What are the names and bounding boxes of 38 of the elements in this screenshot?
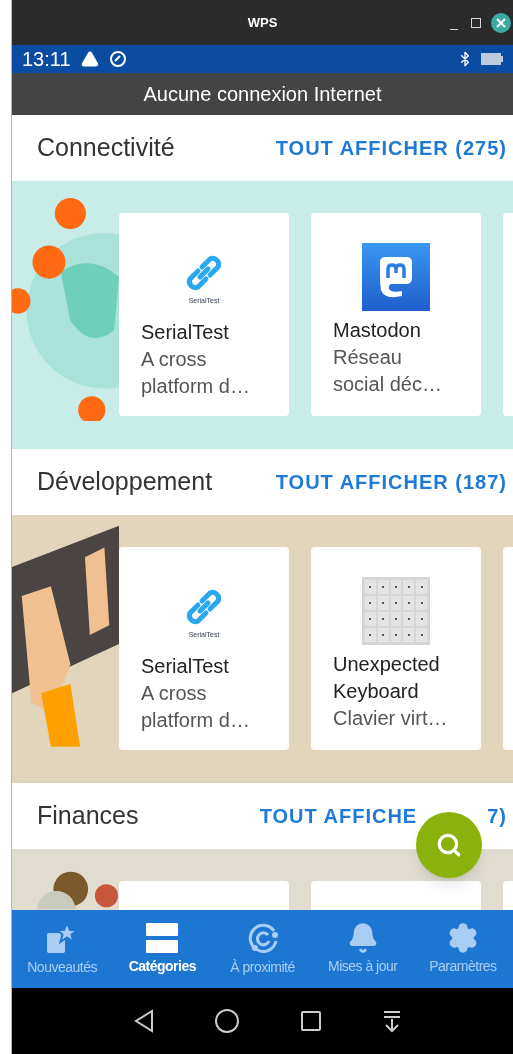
show-all-count: 7): [487, 804, 507, 829]
back-icon[interactable]: [133, 1009, 154, 1033]
nav-tab[interactable]: Nouveautés: [12, 910, 113, 988]
home-icon[interactable]: [213, 1008, 240, 1034]
stacked-rectangles-icon: [145, 921, 180, 954]
maximize-button[interactable]: [471, 17, 481, 28]
app-name: Mastodon: [333, 318, 422, 343]
app-description: Réseau social déc…: [333, 345, 443, 397]
warning-icon: [80, 50, 99, 68]
app-card[interactable]: Unexpected Keyboard Clavier virt…: [311, 547, 481, 750]
app-name: SerialTest: [141, 320, 230, 345]
nav-tab[interactable]: Catégories: [112, 910, 213, 988]
nav-tab[interactable]: À proximité: [212, 910, 313, 988]
app-description: Clavier virt…: [333, 706, 449, 731]
app-name: Unexpected Keyboard: [333, 652, 441, 704]
keyboard-screenshot-icon: [362, 577, 430, 645]
app-description: A cross platform d…: [141, 347, 251, 399]
category-title: Développement: [37, 466, 213, 498]
nav-tab[interactable]: Paramètres: [412, 910, 513, 988]
download-arrow-icon[interactable]: [381, 1009, 402, 1033]
show-all-link[interactable]: TOUT AFFICHE: [259, 801, 418, 831]
window-title: WPS: [247, 13, 278, 32]
chat-logo-icon: [362, 243, 430, 311]
close-button[interactable]: [491, 12, 511, 33]
battery-icon: [481, 52, 503, 66]
recents-icon[interactable]: [299, 1010, 322, 1032]
show-all-link[interactable]: TOUT AFFICHER (275): [275, 133, 507, 163]
offline-message: Aucune connexion Internet: [143, 82, 382, 107]
nav-tab[interactable]: Mises à jour: [312, 910, 413, 988]
status-time: 13:11: [22, 47, 71, 72]
close-icon: [496, 17, 506, 28]
search-icon: [436, 832, 462, 858]
category-title: Finances: [37, 800, 139, 832]
category-title: Connectivité: [37, 132, 175, 164]
app-description: A cross platform d…: [141, 681, 251, 733]
app-card[interactable]: Mastodon Réseau social déc…: [311, 213, 481, 416]
show-all-link[interactable]: TOUT AFFICHER (187): [275, 467, 507, 497]
app-name: SerialTest: [141, 654, 230, 679]
